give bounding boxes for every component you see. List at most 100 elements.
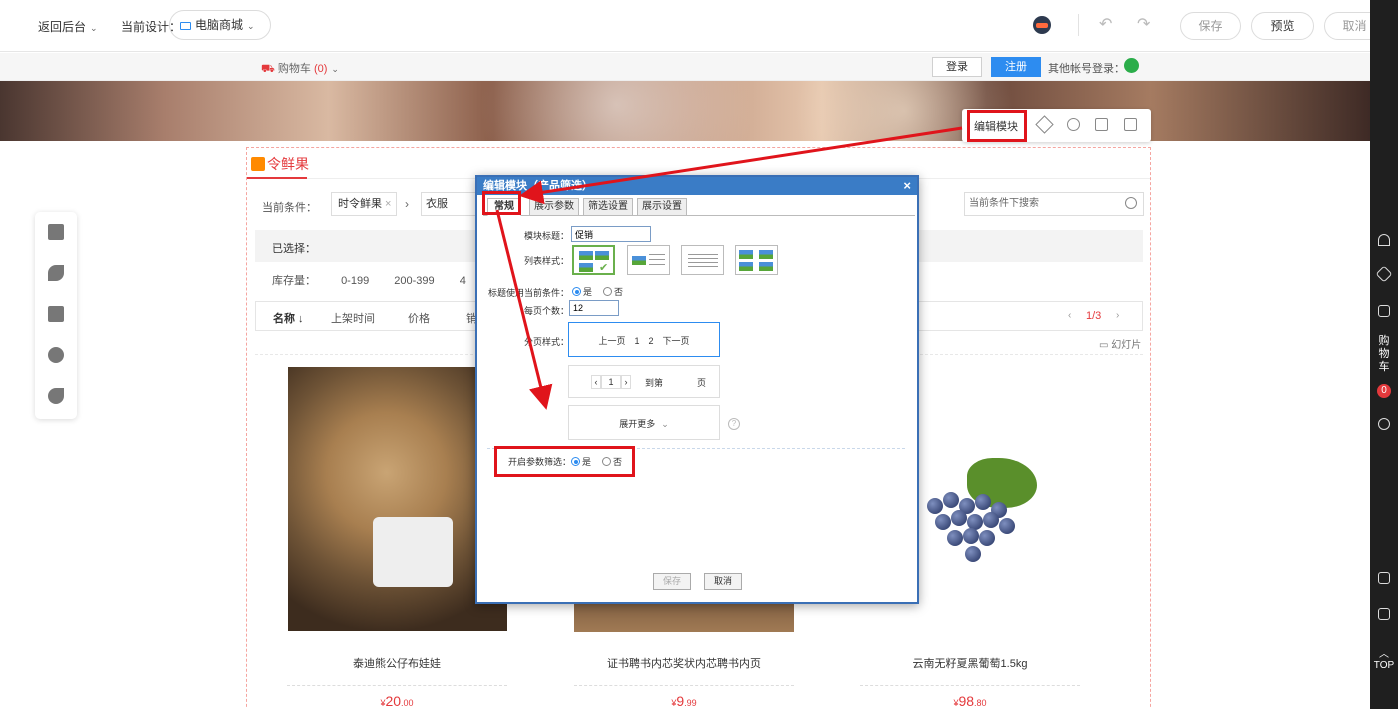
list-style-option-image-text[interactable] — [627, 245, 670, 275]
settings-icon[interactable] — [1124, 118, 1137, 131]
list-style-option-text[interactable] — [681, 245, 724, 275]
product-name[interactable]: 泰迪熊公仔布娃娃 — [287, 655, 507, 671]
image-icon — [739, 250, 753, 259]
cart-char: 车 — [1378, 361, 1390, 373]
line — [649, 264, 665, 265]
use-condition-yes[interactable]: 是 — [572, 285, 592, 298]
star-icon[interactable] — [1375, 265, 1393, 283]
highlight-edit-module — [967, 110, 1027, 142]
divider — [287, 685, 507, 686]
sort-date[interactable]: 上架时间 — [331, 310, 375, 326]
use-condition-no[interactable]: 否 — [603, 285, 623, 298]
help-icon[interactable]: ? — [728, 418, 740, 430]
search-icon[interactable] — [1125, 197, 1137, 209]
brush-icon[interactable] — [48, 265, 64, 281]
condition-chip[interactable]: 衣服 — [421, 192, 477, 216]
module-icon[interactable] — [48, 224, 64, 240]
line — [688, 258, 718, 259]
radio-icon — [603, 287, 612, 296]
wechat-icon[interactable] — [1124, 58, 1139, 73]
sort-price[interactable]: 价格 — [408, 310, 430, 326]
register-button[interactable]: 注册 — [991, 57, 1041, 77]
pager-style-option-1[interactable]: 上一页 1 2 下一页 — [568, 322, 720, 357]
product-name[interactable]: 证书聘书内芯奖状内芯聘书内页 — [574, 655, 794, 671]
image-icon — [579, 263, 593, 272]
design-select[interactable]: 电脑商城 ⌄ — [169, 10, 271, 40]
tab-filter-settings[interactable]: 筛选设置 — [583, 198, 633, 216]
search-placeholder: 当前条件下搜索 — [969, 198, 1039, 209]
sidebar-cart[interactable]: 购 物 车 — [1378, 335, 1390, 374]
other-login-label: 其他帐号登录： — [1048, 63, 1125, 75]
grape — [947, 530, 963, 546]
stock-option[interactable]: 200-399 — [394, 275, 434, 287]
undo-icon[interactable]: ↶ — [1099, 14, 1112, 34]
tab-display-settings[interactable]: 展示设置 — [637, 198, 687, 216]
grape — [935, 514, 951, 530]
divider — [1078, 14, 1079, 36]
pager-goto-input — [665, 373, 693, 389]
settings-icon[interactable] — [48, 347, 64, 363]
cart-icon: ⛟ — [261, 63, 278, 75]
close-icon[interactable]: × — [903, 177, 911, 195]
login-button[interactable]: 登录 — [932, 57, 982, 77]
chevron-left-icon[interactable]: ‹ — [1068, 310, 1071, 321]
rocket-icon[interactable] — [48, 388, 64, 404]
product-image[interactable] — [907, 458, 1057, 578]
stock-option[interactable]: 4 — [460, 275, 466, 287]
user-icon[interactable] — [1378, 234, 1390, 246]
tab-display-params[interactable]: 展示参数 — [529, 198, 579, 216]
grape — [979, 530, 995, 546]
per-page-input[interactable] — [569, 300, 619, 316]
expand-more-label: 展开更多 — [619, 419, 656, 429]
back-to-top-button[interactable]: ︿ TOP — [1372, 645, 1396, 671]
cart-link[interactable]: ⛟ 购物车 (0) ⌄ — [261, 60, 339, 77]
stock-option[interactable]: 0-199 — [341, 275, 369, 287]
cart-badge: 0 — [1377, 384, 1391, 398]
layout-icon[interactable] — [48, 306, 64, 322]
stock-label: 库存量： — [272, 275, 316, 287]
dialog-cancel-button[interactable]: 取消 — [704, 573, 742, 590]
style-icon[interactable] — [1035, 115, 1054, 134]
sort-name[interactable]: 名称 ↓ — [273, 310, 304, 326]
module-title-input[interactable] — [571, 226, 651, 242]
expand-more-button[interactable]: 展开更多 ⌄ — [568, 405, 720, 440]
product-name[interactable]: 云南无籽夏黑葡萄1.5kg — [860, 655, 1080, 671]
product-price: ¥98.80 — [860, 693, 1080, 709]
redo-icon[interactable]: ↷ — [1137, 14, 1150, 34]
qrcode-icon[interactable] — [1378, 608, 1390, 620]
image-icon — [739, 262, 753, 271]
grape — [999, 518, 1015, 534]
condition-chip-text: 时令鲜果 — [338, 198, 382, 210]
robot-icon[interactable] — [1033, 16, 1051, 34]
left-toolbox — [35, 212, 77, 419]
grape — [975, 494, 991, 510]
highlight-general-tab — [482, 191, 521, 215]
list-icon[interactable] — [1378, 305, 1390, 317]
search-input[interactable]: 当前条件下搜索 — [964, 192, 1144, 216]
chevron-right-icon[interactable]: › — [1116, 310, 1119, 321]
dialog-save-button[interactable]: 保存 — [653, 573, 691, 590]
per-page-label: 每页个数： — [523, 306, 569, 316]
condition-label: 当前条件： — [262, 202, 317, 214]
back-to-admin-button[interactable]: 返回后台 ⌄ — [38, 18, 98, 35]
list-style-option-list[interactable] — [735, 245, 778, 275]
save-button[interactable]: 保存 — [1180, 12, 1241, 40]
chat-icon[interactable] — [1378, 418, 1390, 430]
preview-button[interactable]: 预览 — [1251, 12, 1314, 40]
pager-style-option-2[interactable]: ‹ 1 › 到第 页 — [568, 365, 720, 398]
slideshow-toggle[interactable]: ▭ 幻灯片 — [1099, 336, 1141, 351]
close-icon[interactable]: × — [385, 198, 391, 210]
cart-count: (0) — [313, 63, 328, 75]
move-icon[interactable] — [1067, 118, 1080, 131]
price-dec: .80 — [974, 698, 987, 708]
option-label: 否 — [614, 287, 624, 297]
pager-goto: 到第 — [645, 378, 664, 388]
list-style-option-grid[interactable]: ✔ — [572, 245, 615, 275]
condition-chip[interactable]: 时令鲜果 × — [331, 192, 397, 216]
layout-icon[interactable] — [1095, 118, 1108, 131]
module-title-text: 令鲜果 — [267, 156, 309, 172]
price-dec: .99 — [684, 698, 697, 708]
edit-icon[interactable] — [1378, 572, 1390, 584]
page-indicator: 1/3 — [1086, 310, 1102, 322]
chevron-up-icon: ︿ — [1379, 649, 1389, 660]
